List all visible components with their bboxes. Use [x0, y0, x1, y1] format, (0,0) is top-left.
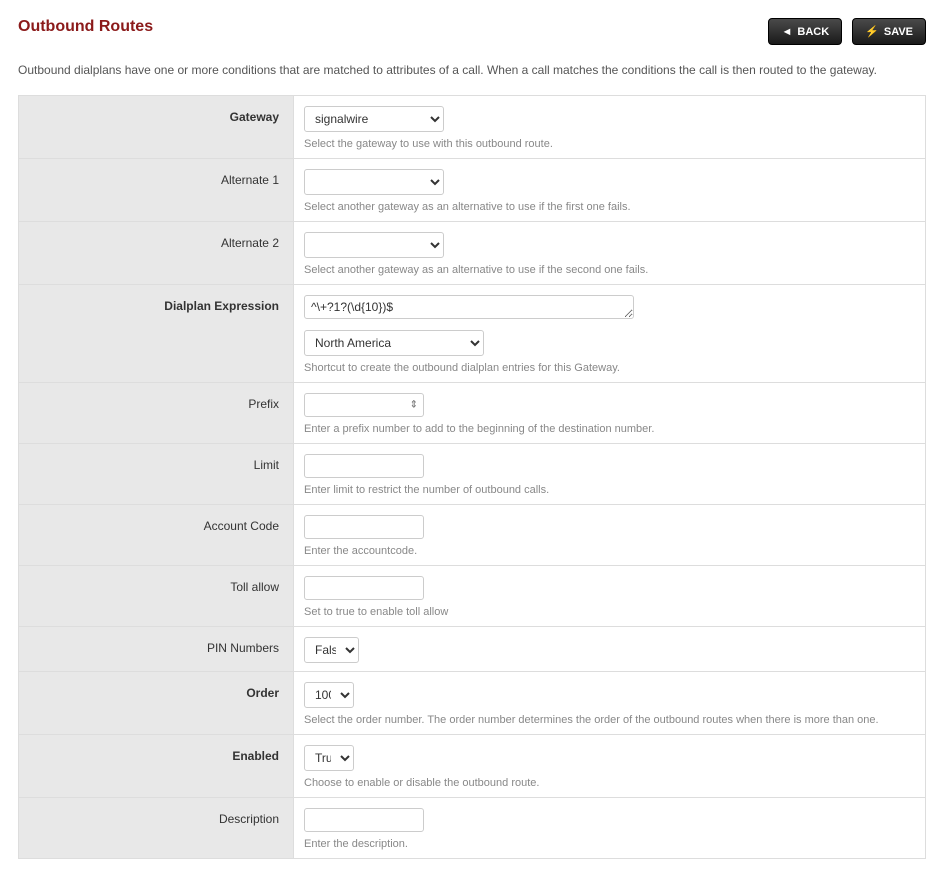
help-description: Enter the description.	[304, 838, 915, 850]
content-alternate2: Select another gateway as an alternative…	[294, 222, 925, 284]
content-prefix: ⇕ Enter a prefix number to add to the be…	[294, 383, 925, 443]
row-gateway: Gateway signalwire Select the gateway to…	[19, 96, 925, 159]
content-pinnumbers: False	[294, 627, 925, 671]
row-order: Order 100 Select the order number. The o…	[19, 672, 925, 735]
content-tollallow: Set to true to enable toll allow	[294, 566, 925, 626]
tollallow-input[interactable]	[304, 576, 424, 600]
save-button[interactable]: ⚡ SAVE	[852, 18, 926, 45]
content-order: 100 Select the order number. The order n…	[294, 672, 925, 734]
label-alternate1: Alternate 1	[19, 159, 294, 221]
content-limit: Enter limit to restrict the number of ou…	[294, 444, 925, 504]
row-enabled: Enabled True Choose to enable or disable…	[19, 735, 925, 798]
help-dialplan: Shortcut to create the outbound dialplan…	[304, 362, 915, 374]
row-alternate2: Alternate 2 Select another gateway as an…	[19, 222, 925, 285]
label-accountcode: Account Code	[19, 505, 294, 565]
row-prefix: Prefix ⇕ Enter a prefix number to add to…	[19, 383, 925, 444]
form-table: Gateway signalwire Select the gateway to…	[18, 95, 926, 859]
page-title: Outbound Routes	[18, 18, 153, 36]
row-pinnumbers: PIN Numbers False	[19, 627, 925, 672]
content-alternate1: Select another gateway as an alternative…	[294, 159, 925, 221]
help-alternate2: Select another gateway as an alternative…	[304, 264, 915, 276]
help-gateway: Select the gateway to use with this outb…	[304, 138, 915, 150]
dialplan-expression-input[interactable]: ^\+?1?(\d{10})$	[304, 295, 634, 319]
save-icon: ⚡	[865, 25, 879, 38]
alternate2-select[interactable]	[304, 232, 444, 258]
label-prefix: Prefix	[19, 383, 294, 443]
label-order: Order	[19, 672, 294, 734]
row-description: Description Enter the description.	[19, 798, 925, 858]
row-dialplan: Dialplan Expression ^\+?1?(\d{10})$ Nort…	[19, 285, 925, 383]
help-enabled: Choose to enable or disable the outbound…	[304, 777, 915, 789]
accountcode-input[interactable]	[304, 515, 424, 539]
row-accountcode: Account Code Enter the accountcode.	[19, 505, 925, 566]
label-tollallow: Toll allow	[19, 566, 294, 626]
row-alternate1: Alternate 1 Select another gateway as an…	[19, 159, 925, 222]
label-limit: Limit	[19, 444, 294, 504]
label-pinnumbers: PIN Numbers	[19, 627, 294, 671]
content-enabled: True Choose to enable or disable the out…	[294, 735, 925, 797]
enabled-select[interactable]: True	[304, 745, 354, 771]
prefix-stepper-icon: ⇕	[410, 400, 418, 411]
content-gateway: signalwire Select the gateway to use wit…	[294, 96, 925, 158]
help-prefix: Enter a prefix number to add to the begi…	[304, 423, 915, 435]
help-order: Select the order number. The order numbe…	[304, 714, 915, 726]
label-gateway: Gateway	[19, 96, 294, 158]
save-label: SAVE	[884, 26, 913, 38]
back-icon: ◄	[781, 26, 792, 38]
alternate1-select[interactable]	[304, 169, 444, 195]
header-actions: ◄ BACK ⚡ SAVE	[768, 18, 926, 45]
help-tollallow: Set to true to enable toll allow	[304, 606, 915, 618]
pinnumbers-select[interactable]: False	[304, 637, 359, 663]
row-limit: Limit Enter limit to restrict the number…	[19, 444, 925, 505]
label-dialplan: Dialplan Expression	[19, 285, 294, 382]
prefix-input[interactable]	[304, 393, 424, 417]
content-accountcode: Enter the accountcode.	[294, 505, 925, 565]
content-dialplan: ^\+?1?(\d{10})$ North America Shortcut t…	[294, 285, 925, 382]
label-alternate2: Alternate 2	[19, 222, 294, 284]
gateway-select[interactable]: signalwire	[304, 106, 444, 132]
intro-text: Outbound dialplans have one or more cond…	[18, 63, 926, 77]
help-limit: Enter limit to restrict the number of ou…	[304, 484, 915, 496]
dialplan-region-select[interactable]: North America	[304, 330, 484, 356]
help-accountcode: Enter the accountcode.	[304, 545, 915, 557]
limit-input[interactable]	[304, 454, 424, 478]
label-description: Description	[19, 798, 294, 858]
content-description: Enter the description.	[294, 798, 925, 858]
back-label: BACK	[797, 26, 829, 38]
order-select[interactable]: 100	[304, 682, 354, 708]
description-input[interactable]	[304, 808, 424, 832]
back-button[interactable]: ◄ BACK	[768, 18, 842, 45]
row-tollallow: Toll allow Set to true to enable toll al…	[19, 566, 925, 627]
label-enabled: Enabled	[19, 735, 294, 797]
help-alternate1: Select another gateway as an alternative…	[304, 201, 915, 213]
